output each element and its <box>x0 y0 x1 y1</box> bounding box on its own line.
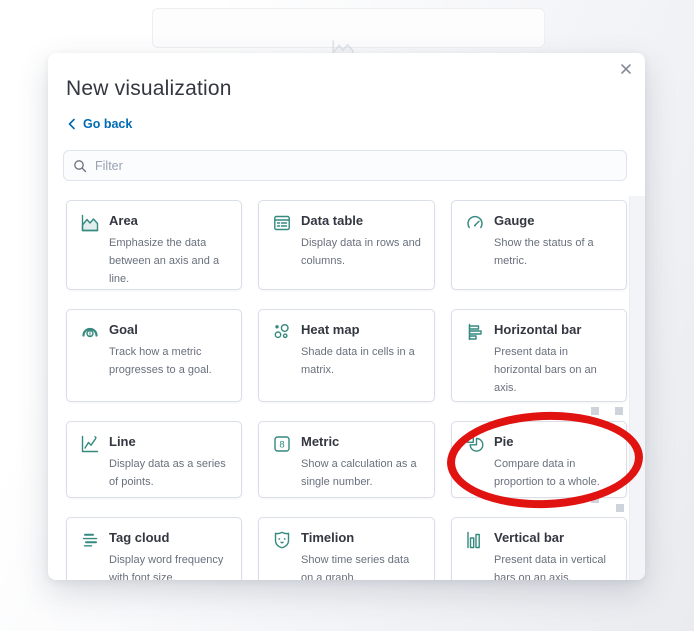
scrollbar-track[interactable] <box>629 196 645 580</box>
card-description: Present data in vertical bars on an axis… <box>494 554 606 580</box>
horizontal-bar-icon <box>465 322 485 342</box>
vis-type-card-data-table[interactable]: Data table Display data in rows and colu… <box>258 200 435 290</box>
card-title: Vertical bar <box>494 530 565 545</box>
card-description: Present data in horizontal bars on an ax… <box>494 346 597 394</box>
card-title: Heat map <box>301 322 360 337</box>
card-title: Line <box>109 434 136 449</box>
card-title: Data table <box>301 213 364 228</box>
card-title: Area <box>109 213 138 228</box>
close-button[interactable] <box>617 60 635 78</box>
metric-icon: 8 <box>272 434 292 454</box>
vis-type-card-timelion[interactable]: Timelion Show time series data on a grap… <box>258 517 435 580</box>
card-title: Horizontal bar <box>494 322 582 337</box>
card-description: Show the status of a metric. <box>494 237 594 267</box>
card-title: Metric <box>301 434 340 449</box>
vis-type-card-area[interactable]: Area Emphasize the data between an axis … <box>66 200 242 290</box>
vis-type-card-goal[interactable]: 8 Goal Track how a metric progresses to … <box>66 309 242 402</box>
vis-type-card-line[interactable]: Line Display data as a series of points. <box>66 421 242 498</box>
svg-text:8: 8 <box>279 440 284 451</box>
tag-cloud-icon <box>80 530 100 550</box>
line-chart-icon <box>80 434 100 454</box>
card-description: Show time series data on a graph. <box>301 554 410 580</box>
svg-text:8: 8 <box>89 331 92 337</box>
timelion-icon <box>272 530 292 550</box>
card-title: Gauge <box>494 213 535 228</box>
filter-input[interactable] <box>95 158 617 173</box>
area-chart-icon <box>80 213 100 233</box>
card-title: Goal <box>109 322 138 337</box>
go-back-link[interactable]: Go back <box>68 117 132 131</box>
search-icon <box>73 159 87 173</box>
vis-type-card-gauge[interactable]: Gauge Show the status of a metric. <box>451 200 627 290</box>
vis-type-card-horizontal-bar[interactable]: Horizontal bar Present data in horizonta… <box>451 309 627 402</box>
selection-handle <box>591 407 599 415</box>
card-title: Tag cloud <box>109 530 170 545</box>
vertical-bar-icon <box>465 530 485 550</box>
modal-title: New visualization <box>66 77 232 100</box>
vis-type-card-heat-map[interactable]: Heat map Shade data in cells in a matrix… <box>258 309 435 402</box>
chevron-left-icon <box>68 118 76 130</box>
card-description: Shade data in cells in a matrix. <box>301 346 415 376</box>
card-description: Track how a metric progresses to a goal. <box>109 346 212 376</box>
card-description: Display data in rows and columns. <box>301 237 421 267</box>
visualization-type-grid: Area Emphasize the data between an axis … <box>66 200 627 580</box>
data-table-icon <box>272 213 292 233</box>
card-description: Display word frequency with font size. <box>109 554 224 580</box>
card-description: Display data as a series of points. <box>109 458 226 488</box>
goal-icon: 8 <box>80 322 100 342</box>
vis-type-card-metric[interactable]: 8 Metric Show a calculation as a single … <box>258 421 435 498</box>
close-icon <box>620 63 632 75</box>
filter-field <box>63 150 627 181</box>
selection-handle <box>616 504 624 512</box>
card-title: Timelion <box>301 530 355 545</box>
card-description: Show a calculation as a single number. <box>301 458 417 488</box>
heat-map-icon <box>272 322 292 342</box>
selection-handle <box>615 407 623 415</box>
vis-type-card-tag-cloud[interactable]: Tag cloud Display word frequency with fo… <box>66 517 242 580</box>
gauge-icon <box>465 213 485 233</box>
go-back-label: Go back <box>83 117 133 131</box>
card-description: Emphasize the data between an axis and a… <box>109 237 220 285</box>
vis-type-card-vertical-bar[interactable]: Vertical bar Present data in vertical ba… <box>451 517 627 580</box>
